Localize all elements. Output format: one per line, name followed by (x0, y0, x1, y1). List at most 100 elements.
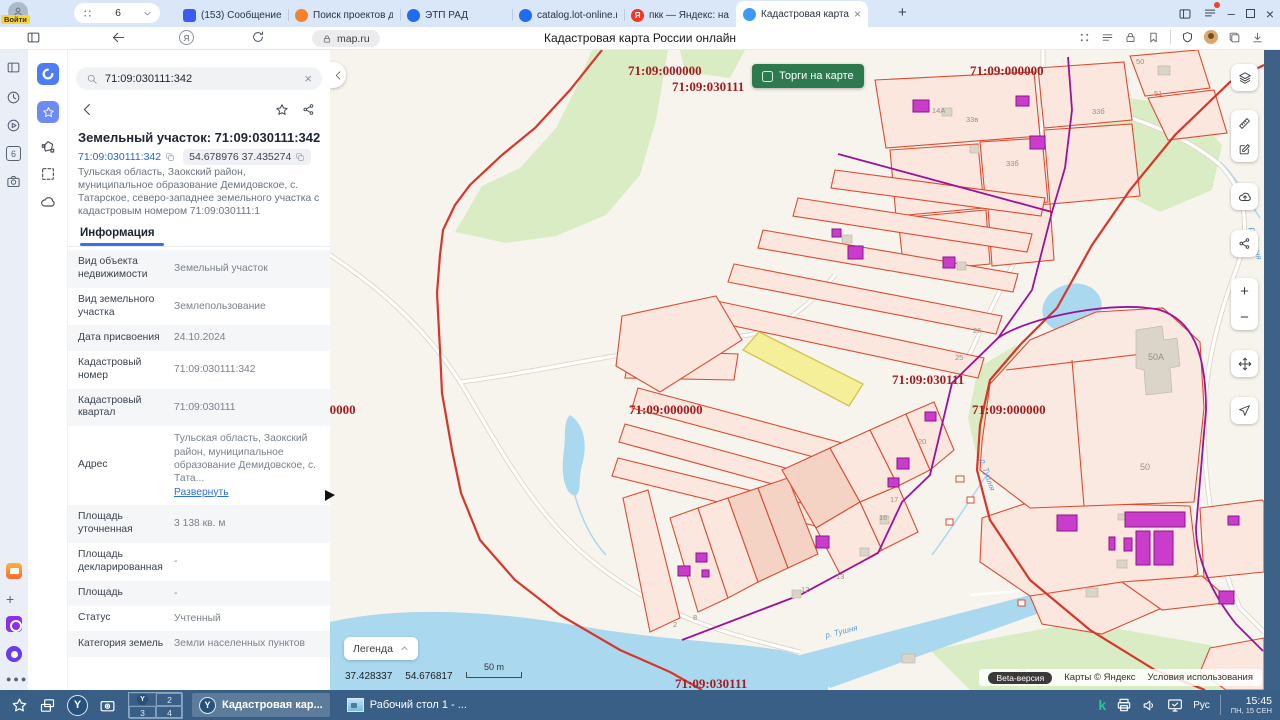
play-icon[interactable] (6, 118, 21, 133)
area-select-icon[interactable] (40, 166, 56, 182)
cadastral-number-link[interactable]: 71:09:030111:342 (78, 151, 175, 163)
search-input[interactable]: 71:09:030111:342 (105, 73, 297, 85)
desktop-1[interactable]: Y (129, 693, 156, 706)
info-row: Кадастровый номер71:09:030111:342 (68, 351, 330, 389)
info-row: АдресТульская область, Заокский район, м… (68, 426, 330, 505)
task-icon: Y (199, 697, 216, 714)
clear-search-icon[interactable]: × (304, 71, 312, 86)
parcel-number: 33в (966, 115, 978, 124)
speaker-icon[interactable] (1142, 698, 1157, 713)
cloud-icon[interactable] (40, 194, 56, 210)
panels-icon[interactable] (6, 60, 21, 75)
browser-tab[interactable]: ЭТП РАД (400, 3, 512, 27)
zoom-in-button[interactable]: + (1231, 278, 1258, 304)
kaspersky-icon[interactable]: k (1098, 697, 1106, 713)
close-button[interactable]: × (1266, 6, 1274, 22)
map-drawing[interactable]: 71:09:00000071:09:00000071:09:03011171:0… (330, 50, 1264, 690)
upload-button[interactable] (1231, 183, 1258, 210)
coordinates-chip[interactable]: 54.678976 37.435274 (183, 149, 311, 165)
parcel-number: 33б (1092, 107, 1105, 116)
latitude: 54.676817 (405, 671, 452, 682)
folder-view-icon[interactable] (99, 697, 116, 714)
share-icon[interactable] (302, 103, 315, 116)
favorites-button[interactable] (37, 101, 59, 123)
history-clock-icon[interactable] (6, 90, 21, 105)
display-check-icon[interactable] (1167, 697, 1183, 713)
trades-checkbox[interactable] (762, 71, 773, 82)
browser-tab[interactable]: Кадастровая карта Ро× (736, 1, 868, 27)
task-title: Кадастровая кар... (222, 699, 323, 711)
desktop-pager[interactable]: Y 2 3 4 (128, 692, 182, 718)
back-chevron-icon[interactable] (80, 102, 95, 117)
share-map-button[interactable] (1231, 230, 1258, 257)
shield-icon[interactable] (1181, 31, 1194, 44)
language-indicator[interactable]: Рус (1193, 700, 1210, 711)
info-row: Кадастровый квартал71:09:030111 (68, 389, 330, 427)
browser-tab[interactable]: Япкк — Яндекс: нашлось (624, 3, 736, 27)
disk-icon[interactable] (6, 616, 22, 632)
favorites-star-icon[interactable] (11, 697, 28, 714)
copy-icon[interactable] (295, 152, 305, 162)
counter-badge[interactable]: 6 (6, 146, 21, 161)
add-icon[interactable]: + (6, 591, 14, 607)
draw-button[interactable] (1231, 136, 1258, 162)
protect-lock-icon[interactable] (1124, 31, 1137, 44)
legend-button[interactable]: Легенда (344, 637, 418, 660)
new-tab-button[interactable]: + (898, 4, 907, 21)
app-logo[interactable] (37, 63, 59, 85)
taskbar: Y Y 2 3 4 Y Кадастровая кар... Рабочий с… (0, 690, 1280, 720)
terms-link[interactable]: Условия использования (1148, 672, 1253, 683)
search-box[interactable]: 71:09:030111:342 × (76, 67, 322, 90)
reader-mode-icon[interactable] (1101, 31, 1114, 44)
alice-icon[interactable] (6, 646, 22, 662)
divider (1170, 30, 1171, 44)
download-icon[interactable] (1251, 31, 1264, 44)
info-label: Статус (78, 612, 174, 625)
bookmark-icon[interactable] (1147, 31, 1160, 44)
tab-count-pill[interactable]: 6 (74, 3, 160, 23)
desktop-2[interactable]: 2 (156, 693, 183, 706)
printer-icon[interactable] (1116, 697, 1132, 713)
extension-avatar-icon[interactable] (1204, 30, 1218, 44)
browser-tab[interactable]: Поиск проектов докуме (288, 3, 400, 27)
river-label: р. Тушня (823, 623, 859, 640)
yandex-browser-icon[interactable]: Y (67, 695, 88, 716)
tab-groups-icon[interactable] (1078, 31, 1091, 44)
trades-on-map-button[interactable]: Торги на карте (752, 64, 864, 88)
copy-icon[interactable] (165, 152, 175, 162)
parcel-number: 25 (955, 353, 963, 362)
browser-tab[interactable]: (153) Сообщение (176, 3, 288, 27)
task-desktop[interactable]: Рабочий стол 1 - ... (340, 693, 474, 717)
favorite-star-icon[interactable] (275, 103, 289, 117)
minimize-button[interactable]: – (1228, 6, 1235, 21)
info-label: Адрес (78, 459, 174, 472)
tabs-copy-icon[interactable] (1228, 31, 1241, 44)
screenshot-icon[interactable] (6, 174, 21, 189)
windows-icon[interactable] (39, 697, 56, 714)
login-badge[interactable]: Войти (1, 15, 30, 24)
expand-link[interactable]: Развернуть (174, 487, 229, 498)
more-dots-icon[interactable]: ●●● (6, 674, 28, 684)
tab-information[interactable]: Информация (80, 227, 155, 239)
info-row: СтатусУчтенный (68, 606, 330, 631)
desktop-3[interactable]: 3 (129, 706, 156, 719)
pan-button[interactable] (1231, 350, 1258, 377)
polygon-tool-icon[interactable] (40, 139, 56, 155)
my-location-button[interactable] (1231, 397, 1258, 424)
clock[interactable]: 15:45 ПН, 15 СЕН (1231, 695, 1272, 716)
address-bar: Я map.ru Кадастровая карта России онлайн (0, 27, 1280, 50)
tab-close-icon[interactable]: × (854, 8, 861, 20)
maximize-button[interactable] (1246, 9, 1255, 18)
desktop-4[interactable]: 4 (156, 706, 183, 719)
task-browser[interactable]: Y Кадастровая кар... (192, 693, 330, 717)
browser-menu-icon[interactable] (1203, 5, 1217, 23)
layers-button[interactable] (1231, 64, 1258, 91)
browser-tab-bar: Войти 6 (153) СообщениеПоиск проектов до… (0, 0, 1280, 27)
measure-button[interactable] (1231, 110, 1258, 136)
browser-tab[interactable]: catalog.lot-online.ru/inde (512, 3, 624, 27)
tab-favicon-icon (519, 9, 532, 22)
mail-icon[interactable] (6, 563, 22, 579)
side-panel-icon[interactable] (1178, 7, 1192, 21)
zoom-out-button[interactable]: − (1231, 304, 1258, 330)
map-canvas[interactable]: 71:09:00000071:09:00000071:09:03011171:0… (330, 50, 1280, 690)
